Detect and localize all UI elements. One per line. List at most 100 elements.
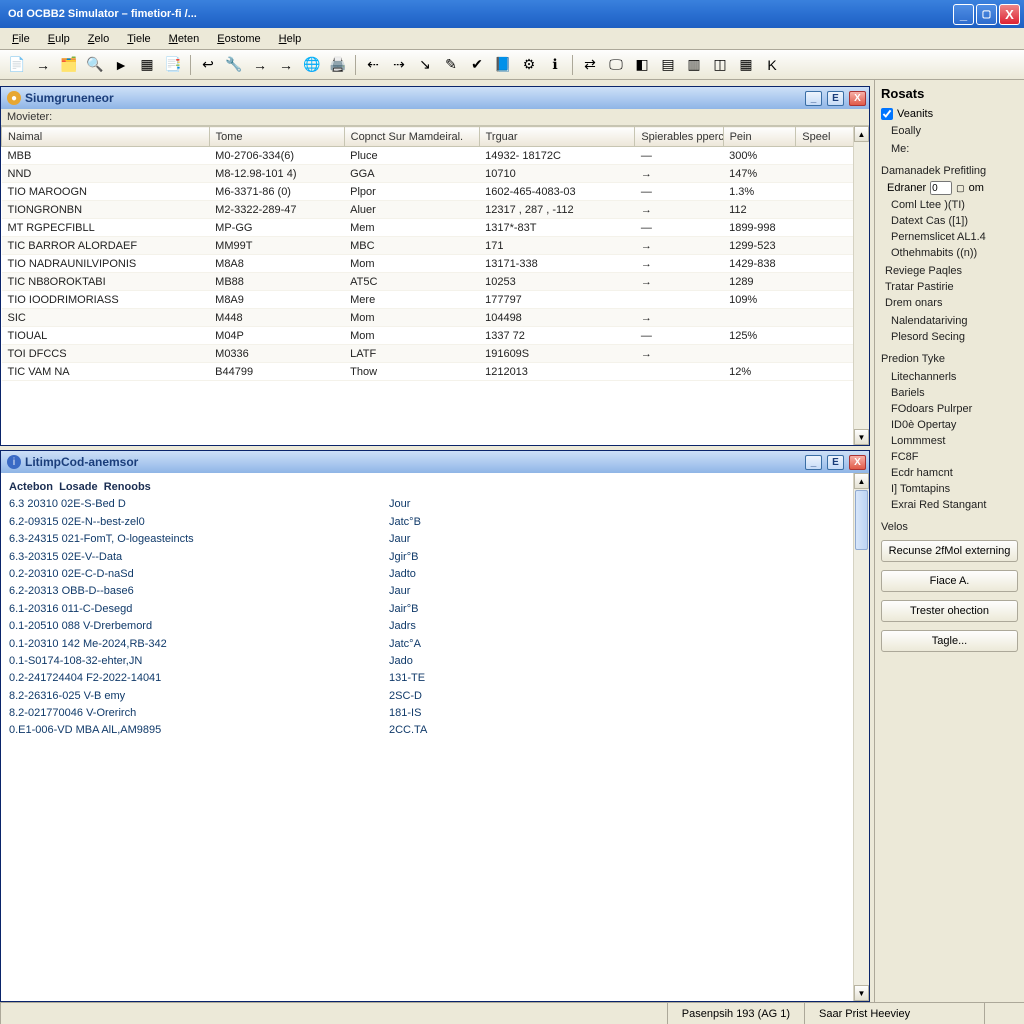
simulator-maximize-button[interactable]: E — [827, 91, 844, 106]
toolbar-button[interactable]: 🖨️ — [327, 54, 349, 76]
table-row[interactable]: TIONGRONBNM2-3322-289-47Aluer12317 , 287… — [2, 201, 869, 219]
scroll-up-icon[interactable]: ▲ — [854, 126, 869, 142]
log-panel-header[interactable]: i LitimpCod-anemsor _ E X — [1, 451, 869, 473]
fiace-button[interactable]: Fiace A. — [881, 570, 1018, 592]
table-row[interactable]: TOI DFCCSM0336LATF191609S→ — [2, 345, 869, 363]
sidebar-item[interactable]: Drem onars — [881, 295, 1018, 311]
recunse-button[interactable]: Recunse 2fMol externing — [881, 540, 1018, 562]
sidebar-item[interactable]: Eoally — [881, 123, 1018, 139]
toolbar-button[interactable]: 📄 — [6, 54, 28, 76]
toolbar-button[interactable]: → — [249, 54, 271, 76]
table-row[interactable]: SICM448Mom104498→ — [2, 309, 869, 327]
toolbar-button[interactable]: ▤ — [657, 54, 679, 76]
toolbar-button[interactable]: → — [275, 54, 297, 76]
sidebar-item[interactable]: FOdoars Pulrper — [881, 401, 1018, 417]
column-header[interactable]: Trguar — [479, 127, 635, 147]
log-minimize-button[interactable]: _ — [805, 455, 822, 470]
sidebar-item[interactable]: I] Tomtapins — [881, 481, 1018, 497]
menu-eostome[interactable]: Eostome — [209, 31, 268, 47]
menu-meten[interactable]: Meten — [161, 31, 208, 47]
sidebar-item[interactable]: Coml Ltee )(TI) — [881, 197, 1018, 213]
sidebar-item[interactable]: Ecdr hamcnt — [881, 465, 1018, 481]
sidebar-item[interactable]: Lommmest — [881, 433, 1018, 449]
sidebar-item[interactable]: Bariels — [881, 385, 1018, 401]
sidebar-item[interactable]: FC8F — [881, 449, 1018, 465]
toolbar-button[interactable]: 🔍 — [84, 54, 106, 76]
toolbar-button[interactable]: ↘ — [414, 54, 436, 76]
scroll-up-icon[interactable]: ▲ — [854, 473, 869, 489]
menu-eulp[interactable]: Eulp — [40, 31, 78, 47]
sidebar-item[interactable]: Othehmabits ((n)) — [881, 245, 1018, 261]
toolbar-button[interactable]: ⇠ — [362, 54, 384, 76]
simulator-minimize-button[interactable]: _ — [805, 91, 822, 106]
veanits-checkbox[interactable]: Veanits — [881, 107, 1018, 121]
toolbar-button[interactable]: ▦ — [735, 54, 757, 76]
tagle-button[interactable]: Tagle... — [881, 630, 1018, 652]
stepper-icon[interactable]: ▢ — [956, 183, 965, 194]
table-row[interactable]: MBBM0-2706-334(6)Pluce14932- 18172C—300% — [2, 147, 869, 165]
toolbar-button[interactable]: ⇢ — [388, 54, 410, 76]
log-vscroll[interactable]: ▲ ▼ — [853, 473, 869, 1001]
sidebar-item[interactable]: Pernemslicet AL1.4 — [881, 229, 1018, 245]
toolbar-button[interactable]: 📘 — [492, 54, 514, 76]
toolbar-button[interactable]: 🔧 — [223, 54, 245, 76]
column-header[interactable]: Spierables pperc. — [635, 127, 723, 147]
sidebar-item[interactable]: Nalendatariving — [881, 313, 1018, 329]
table-row[interactable]: TIC VAM NAB44799Thow121201312% — [2, 363, 869, 381]
sidebar-item[interactable]: ID0è Opertay — [881, 417, 1018, 433]
toolbar-button[interactable]: ◧ — [631, 54, 653, 76]
column-header[interactable]: Tome — [209, 127, 344, 147]
table-row[interactable]: TIO NADRAUNILVIPONISM8A8Mom13171-338→142… — [2, 255, 869, 273]
toolbar-button[interactable]: ✔ — [466, 54, 488, 76]
simulator-vscroll[interactable]: ▲ ▼ — [853, 126, 869, 445]
window-maximize-button[interactable]: ▢ — [976, 4, 997, 25]
column-header[interactable]: Copnct Sur Mamdeiral. — [344, 127, 479, 147]
toolbar-button[interactable]: ℹ — [544, 54, 566, 76]
trester-button[interactable]: Trester ohection — [881, 600, 1018, 622]
sidebar-item[interactable]: Exrai Red Stangant — [881, 497, 1018, 513]
column-header[interactable]: Pein — [723, 127, 796, 147]
sidebar-item[interactable]: Me: — [881, 141, 1018, 157]
toolbar-button[interactable]: ◫ — [709, 54, 731, 76]
table-row[interactable]: MT RGPECFIBLLMP-GGMem1317*-83T—1899-998 — [2, 219, 869, 237]
table-row[interactable]: TIC NB8OROKTABIMB88AT5C10253→1289 — [2, 273, 869, 291]
menu-help[interactable]: Help — [271, 31, 310, 47]
toolbar-button[interactable]: ► — [110, 54, 132, 76]
scroll-down-icon[interactable]: ▼ — [854, 429, 869, 445]
sidebar-item[interactable]: Datext Cas ([1]) — [881, 213, 1018, 229]
simulator-panel-header[interactable]: ● Siumgruneneor _ E X — [1, 87, 869, 109]
edraner-input[interactable] — [930, 181, 952, 195]
toolbar-button[interactable]: → — [32, 54, 54, 76]
toolbar-button[interactable]: ▦ — [136, 54, 158, 76]
log-close-button[interactable]: X — [849, 455, 866, 470]
sidebar-item[interactable]: Tratar Pastirie — [881, 279, 1018, 295]
table-row[interactable]: TIO MAROOGNM6-3371-86 (0)Plpor1602-465-4… — [2, 183, 869, 201]
window-minimize-button[interactable]: _ — [953, 4, 974, 25]
toolbar-button[interactable]: ⚙ — [518, 54, 540, 76]
toolbar-button[interactable]: ▥ — [683, 54, 705, 76]
table-row[interactable]: TIC BARROR ALORDAEFMM99TMBC171→1299-523 — [2, 237, 869, 255]
table-row[interactable]: NNDM8-12.98-101 4)GGA10710→147% — [2, 165, 869, 183]
menu-tiele[interactable]: Tiele — [119, 31, 158, 47]
sidebar-item[interactable]: Reviege Paqles — [881, 263, 1018, 279]
table-row[interactable]: TIOUALM04PMom1337 72—125% — [2, 327, 869, 345]
menu-file[interactable]: File — [4, 31, 38, 47]
window-close-button[interactable]: X — [999, 4, 1020, 25]
scroll-thumb[interactable] — [855, 490, 868, 550]
toolbar-button[interactable]: ↩ — [197, 54, 219, 76]
simulator-table-wrap[interactable]: NaimalTomeCopnct Sur Mamdeiral.TrguarSpi… — [1, 126, 869, 445]
scroll-down-icon[interactable]: ▼ — [854, 985, 869, 1001]
toolbar-button[interactable]: 🖵 — [605, 54, 627, 76]
toolbar-button[interactable]: 🗂️ — [58, 54, 80, 76]
log-maximize-button[interactable]: E — [827, 455, 844, 470]
menu-zelo[interactable]: Zelo — [80, 31, 117, 47]
column-header[interactable]: Naimal — [2, 127, 210, 147]
toolbar-button[interactable]: 📑 — [162, 54, 184, 76]
table-row[interactable]: TIO IOODRIMORIASSM8A9Mere177797109% — [2, 291, 869, 309]
toolbar-button[interactable]: K — [761, 54, 783, 76]
toolbar-button[interactable]: ⇄ — [579, 54, 601, 76]
toolbar-button[interactable]: ✎ — [440, 54, 462, 76]
sidebar-item[interactable]: Plesord Secing — [881, 329, 1018, 345]
toolbar-button[interactable]: 🌐 — [301, 54, 323, 76]
sidebar-item[interactable]: Litechannerls — [881, 369, 1018, 385]
